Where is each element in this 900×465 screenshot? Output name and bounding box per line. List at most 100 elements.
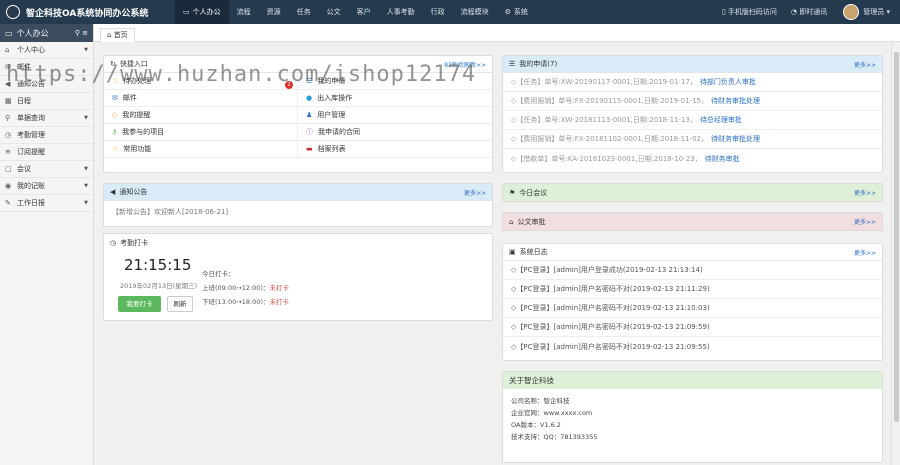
nav-admin[interactable]: 行政	[423, 0, 453, 24]
nav-process-module[interactable]: 流程模块	[453, 0, 497, 24]
nav-system[interactable]: ⚙ 系统	[497, 0, 536, 24]
notification-badge: 2	[285, 81, 293, 89]
scrollbar-thumb[interactable]	[894, 52, 899, 422]
meeting-more-link[interactable]: 更多>>	[854, 188, 876, 197]
nav-documents[interactable]: 公文	[319, 0, 349, 24]
user-icon: ⌂	[5, 46, 10, 54]
notice-panel: ◀ 通知公告 更多>> 【新增公告】欢迎新人[2018-06-21]	[103, 183, 493, 227]
app-logo[interactable]: 智企科技OA系统协同办公系统	[0, 5, 175, 19]
nav-process[interactable]: 流程	[229, 0, 259, 24]
doc-approval-panel: ⌂ 公文审批 更多>>	[502, 212, 883, 231]
doc-approval-more-link[interactable]: 更多>>	[854, 217, 876, 226]
nav-personal[interactable]: ▭ 个人办公	[175, 0, 229, 24]
list-item[interactable]: ◇【PC登录】[admin]用户登录成功(2019-02-13 21:13:14…	[503, 261, 882, 280]
list-item[interactable]: ◇【PC登录】[admin]用户名密码不对(2019-02-13 21:10:0…	[503, 299, 882, 318]
user-menu[interactable]: 管理员 ▾	[863, 7, 890, 17]
sidebar-item-subscription[interactable]: ≋ 订阅提醒	[0, 144, 93, 161]
today-punch-label: 今日打卡：	[202, 270, 235, 278]
notice-header: ◀ 通知公告 更多>>	[104, 184, 492, 201]
nav-tasks[interactable]: 任务	[289, 0, 319, 24]
quick-my-contracts[interactable]: ⓘ 我申请的合同	[298, 124, 492, 141]
tab-home[interactable]: ⌂ 首页	[100, 28, 135, 42]
quick-reminders[interactable]: ◇ 我的提醒	[104, 107, 298, 124]
clock-icon: ◷	[110, 238, 117, 247]
tab-strip: ⌂ 首页	[94, 24, 900, 42]
afternoon-punch: 下班(13:00→18:00)：未打卡	[202, 298, 289, 306]
sidebar-item-personal-center[interactable]: ⌂ 个人中心 ▼	[0, 42, 93, 59]
list-item[interactable]: ◇【费用报销】单号:FX-20190115-0001,日期:2019-01-15…	[503, 92, 882, 111]
applications-more-link[interactable]: 更多>>	[854, 60, 876, 69]
tech-support: 技术支持：QQ：781393355	[511, 433, 598, 441]
menu-icon[interactable]: ≡	[82, 29, 88, 37]
mobile-access-link[interactable]: ▯ 手机版扫码访问	[722, 7, 777, 17]
log-more-link[interactable]: 更多>>	[854, 248, 876, 257]
attendance-header: ◷ 考勤打卡	[104, 234, 492, 251]
notice-more-link[interactable]: 更多>>	[464, 188, 486, 197]
quick-archives[interactable]: ▬ 档案列表	[298, 141, 492, 158]
quick-user-management[interactable]: ♟ 用户管理	[298, 107, 492, 124]
gear-icon: ⚙	[504, 8, 511, 16]
quick-pending[interactable]: ☆ 待办处理	[104, 73, 298, 90]
applications-header: ☰ 我的申请(7) 更多>>	[503, 56, 882, 73]
sidebar-item-daily-report[interactable]: ✎ 工作日报 ▼	[0, 195, 93, 212]
list-icon: ☰	[306, 77, 313, 85]
folder-icon: ▬	[306, 145, 313, 153]
list-item[interactable]: ◇【借款单】单号:KA-20181023-0001,日期:2018-10-23，…	[503, 149, 882, 168]
sidebar-item-notices[interactable]: ◀ 通知公告	[0, 76, 93, 93]
quick-my-applications[interactable]: ☰ 我的申请	[298, 73, 492, 90]
sidebar-item-bookkeeping[interactable]: ◉ 我的记账 ▼	[0, 178, 93, 195]
quick-common-functions[interactable]: ☆ 常用功能	[104, 141, 298, 158]
refresh-countdown[interactable]: 82秒后刷新>>	[444, 60, 486, 69]
instant-chat-link[interactable]: ◔ 即时通讯	[791, 7, 827, 17]
refresh-button[interactable]: 刷新	[167, 296, 193, 312]
sidebar-item-attendance[interactable]: ◷ 考勤管理	[0, 127, 93, 144]
notice-item[interactable]: 【新增公告】欢迎新人[2018-06-21]	[104, 201, 492, 223]
about-panel: 关于智企科技 公司名称：智企科技 企业官网：www.xxxx.com OA版本：…	[502, 371, 883, 463]
my-applications-panel: ☰ 我的申请(7) 更多>> ◇【任务】单号:XW-20190117-0001,…	[502, 55, 883, 173]
afternoon-status: 未打卡	[269, 298, 289, 306]
log-icon: ▣	[509, 248, 516, 256]
star-icon: ☆	[112, 145, 119, 153]
system-log-panel: ▣ 系统日志 更多>> ◇【PC登录】[admin]用户登录成功(2019-02…	[502, 243, 883, 361]
sidebar-item-query[interactable]: ⚲ 单据查询 ▼	[0, 110, 93, 127]
quick-stock-operation[interactable]: ● 出入库操作	[298, 90, 492, 107]
coins-icon: ◉	[5, 182, 12, 190]
home-icon: ⌂	[107, 31, 112, 39]
company-name: 公司名称：智企科技	[511, 397, 570, 405]
info-icon: ⓘ	[306, 128, 313, 136]
nav-resources[interactable]: 资源	[259, 0, 289, 24]
list-item[interactable]: ◇【PC登录】[admin]用户名密码不对(2019-02-13 21:09:5…	[503, 337, 882, 356]
clock-icon: ◷	[5, 131, 12, 139]
sidebar-item-calendar[interactable]: ▦ 日程	[0, 93, 93, 110]
scrollbar[interactable]	[891, 42, 900, 465]
avatar[interactable]	[843, 4, 860, 20]
rss-icon: ≋	[5, 148, 11, 156]
quick-mail[interactable]: ✉ 邮件	[104, 90, 298, 107]
caret-down-icon: ▼	[84, 47, 88, 53]
user-icon: ♟	[306, 111, 313, 119]
list-item[interactable]: ◇【PC登录】[admin]用户名密码不对(2019-02-13 21:11:2…	[503, 280, 882, 299]
attendance-panel: ◷ 考勤打卡 21:15:15 2019年02月13日(星期三) 我要打卡 刷新…	[103, 233, 493, 321]
search-icon[interactable]: ⚲	[75, 29, 80, 37]
sidebar-item-meetings[interactable]: ▢ 会议 ▼	[0, 161, 93, 178]
caret-down-icon: ▼	[84, 183, 88, 189]
doc-approval-header: ⌂ 公文审批 更多>>	[503, 213, 882, 230]
about-body: 公司名称：智企科技 企业官网：www.xxxx.com OA版本：V1.6.2 …	[503, 389, 882, 449]
top-right-tools: ▯ 手机版扫码访问 ◔ 即时通讯 管理员 ▾	[708, 0, 900, 24]
quick-my-projects[interactable]: ⚷ 我参与的项目	[104, 124, 298, 141]
list-item[interactable]: ◇【PC登录】[admin]用户名密码不对(2019-02-13 21:09:5…	[503, 318, 882, 337]
oa-version: OA版本：V1.6.2	[511, 421, 561, 429]
list-item[interactable]: ◇【费用报销】单号:FX-20181102-0001,日期:2018-11-02…	[503, 130, 882, 149]
list-item[interactable]: ◇【任务】单号:XW-20190117-0001,日期:2019-01-17，待…	[503, 73, 882, 92]
list-item[interactable]: ◇【任务】单号:XW-20181113-0001,日期:2018-11-13，待…	[503, 111, 882, 130]
quick-entry-header: ↻ 快捷入口 82秒后刷新>>	[104, 56, 492, 73]
sidebar: ▭ 个人办公 ⚲ ≡ ⌂ 个人中心 ▼ ✉ 邮件 ◀ 通知公告 ▦ 日程 ⚲ 单据查询 ▼ ◷…	[0, 24, 94, 465]
nav-customers[interactable]: 客户	[349, 0, 379, 24]
morning-status: 未打卡	[269, 284, 289, 292]
nav-hr-attendance[interactable]: 人事考勤	[379, 0, 423, 24]
calendar-icon: ▦	[5, 97, 12, 105]
punch-in-button[interactable]: 我要打卡	[118, 296, 161, 312]
key-icon: ⚷	[112, 128, 118, 136]
sidebar-item-mail[interactable]: ✉ 邮件	[0, 59, 93, 76]
bookmark-icon: ▢	[5, 165, 12, 173]
